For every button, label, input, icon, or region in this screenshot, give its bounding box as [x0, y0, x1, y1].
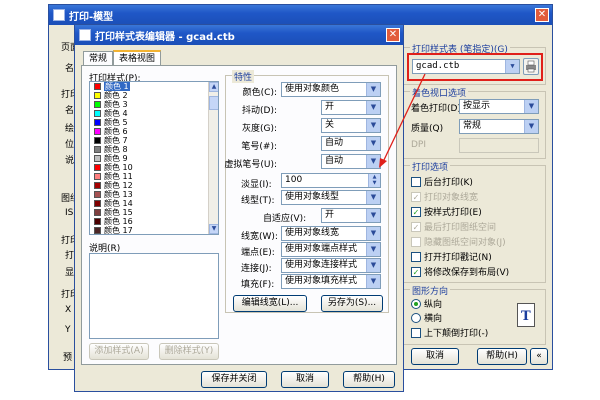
annotation-arrow — [379, 73, 426, 168]
